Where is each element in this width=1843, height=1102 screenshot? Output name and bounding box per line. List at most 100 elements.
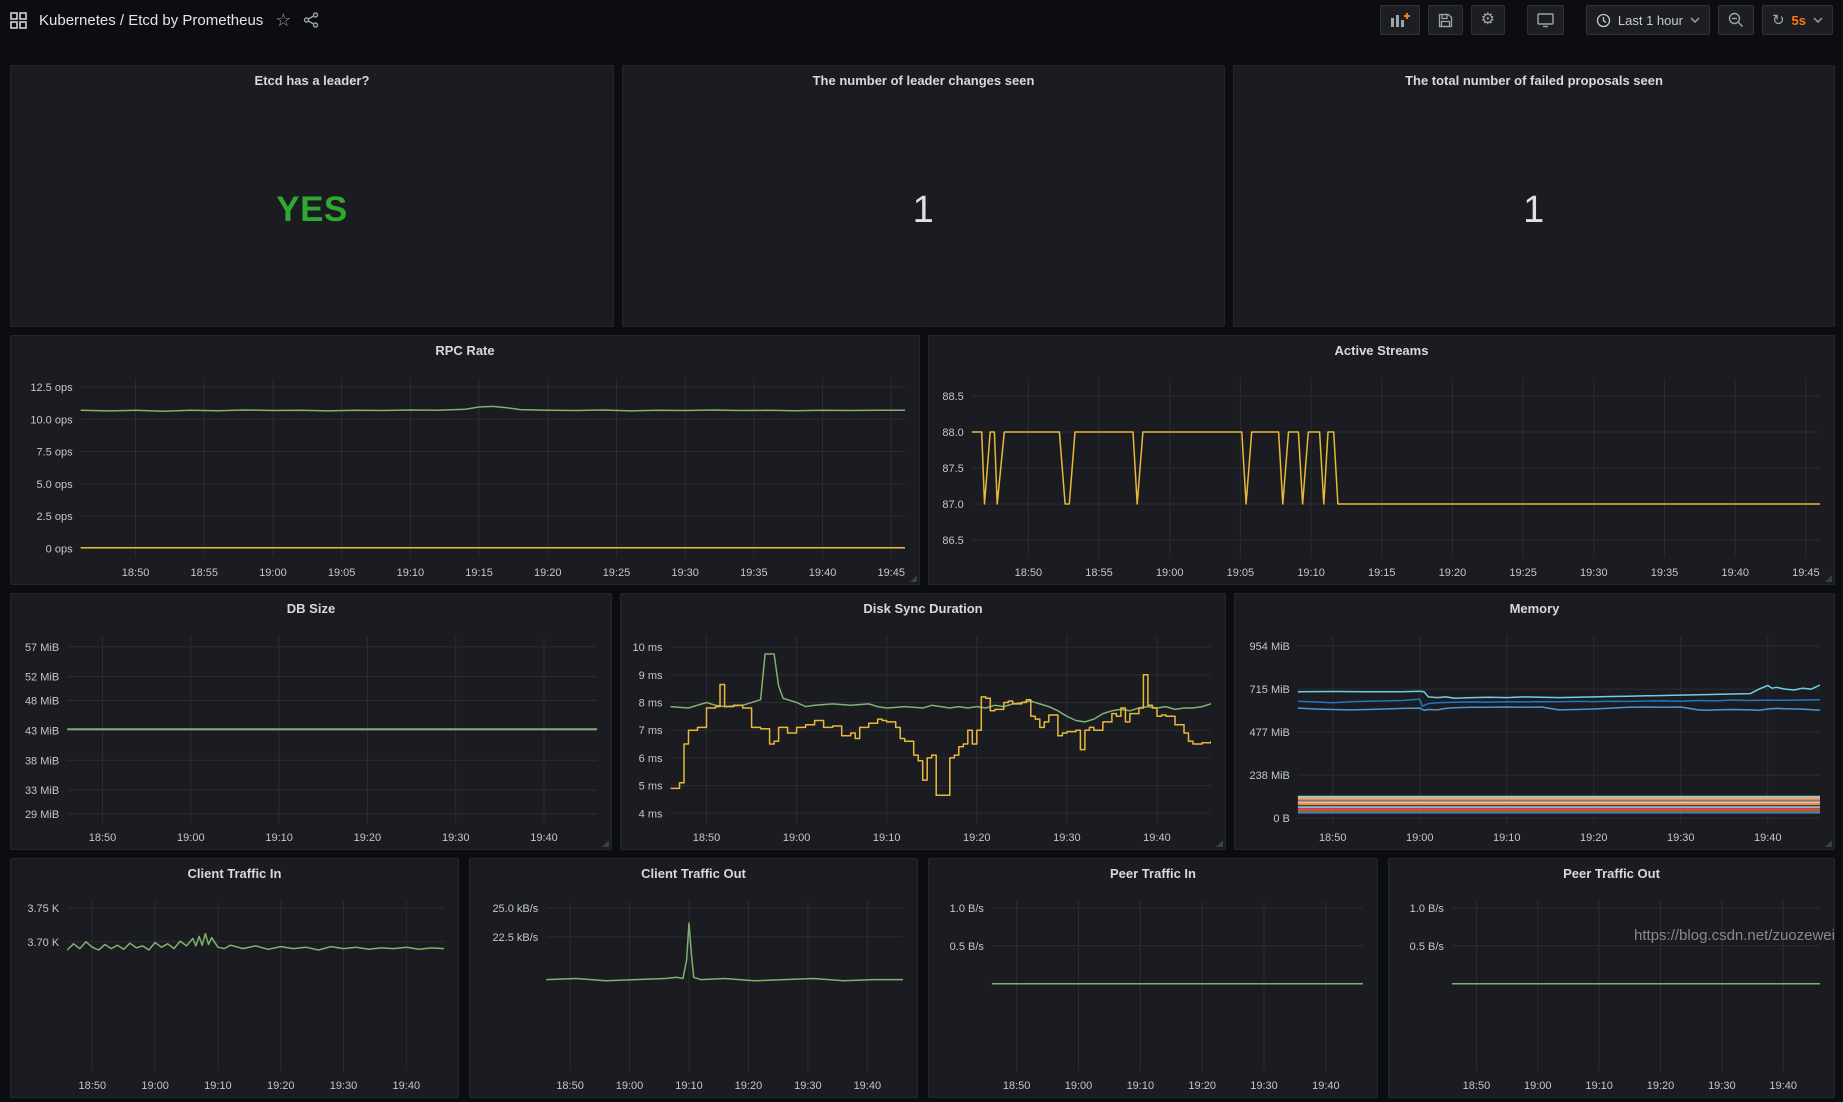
svg-text:48 MiB: 48 MiB <box>25 696 59 708</box>
time-series-chart[interactable]: 954 MiB715 MiB477 MiB238 MiB0 B18:5019:0… <box>1235 622 1834 849</box>
svg-text:477 MiB: 477 MiB <box>1250 727 1290 739</box>
chevron-down-icon <box>1690 17 1700 23</box>
svg-text:18:50: 18:50 <box>1319 832 1347 844</box>
panel-title[interactable]: Peer Traffic In <box>929 859 1377 887</box>
svg-text:18:50: 18:50 <box>1015 567 1043 579</box>
svg-text:19:30: 19:30 <box>794 1080 822 1092</box>
svg-text:10.0 ops: 10.0 ops <box>30 414 73 426</box>
panel-title[interactable]: Memory <box>1235 594 1834 622</box>
time-series-chart[interactable]: 3.75 K3.70 K18:5019:0019:1019:2019:3019:… <box>11 887 458 1097</box>
panel-title[interactable]: The number of leader changes seen <box>623 66 1224 94</box>
time-series-chart[interactable]: 57 MiB52 MiB48 MiB43 MiB38 MiB33 MiB29 M… <box>11 622 611 849</box>
chart-canvas[interactable]: 88.588.087.587.086.518:5018:5519:0019:05… <box>929 364 1834 584</box>
svg-text:18:50: 18:50 <box>556 1080 584 1092</box>
chevron-down-icon <box>1813 17 1823 23</box>
svg-text:19:20: 19:20 <box>354 832 382 844</box>
share-icon[interactable] <box>303 12 319 28</box>
svg-text:0 ops: 0 ops <box>46 543 73 555</box>
panel-title[interactable]: Disk Sync Duration <box>621 594 1225 622</box>
panel-title[interactable]: Client Traffic Out <box>470 859 917 887</box>
panel-title[interactable]: Client Traffic In <box>11 859 458 887</box>
svg-text:19:40: 19:40 <box>530 832 558 844</box>
chart-canvas[interactable]: 1.0 B/s0.5 B/s18:5019:0019:1019:2019:301… <box>1389 887 1834 1097</box>
cycle-view-mode-button[interactable] <box>1527 5 1564 35</box>
panel-resize-handle[interactable] <box>602 840 609 847</box>
time-range-label: Last 1 hour <box>1618 13 1683 28</box>
panel-resize-handle[interactable] <box>910 575 917 582</box>
svg-text:7 ms: 7 ms <box>639 725 663 737</box>
time-series-chart[interactable]: 25.0 kB/s22.5 kB/s18:5019:0019:1019:2019… <box>470 887 917 1097</box>
dashboard-settings-button[interactable]: ⚙ <box>1471 5 1505 35</box>
svg-text:715 MiB: 715 MiB <box>1250 684 1290 696</box>
panel-resize-handle[interactable] <box>1216 840 1223 847</box>
panel-title[interactable]: The total number of failed proposals see… <box>1234 66 1834 94</box>
graph-panel-disk-sync-duration: Disk Sync Duration 10 ms9 ms8 ms7 ms6 ms… <box>620 593 1226 850</box>
time-series-chart[interactable]: 12.5 ops10.0 ops7.5 ops5.0 ops2.5 ops0 o… <box>11 364 919 584</box>
svg-text:87.0: 87.0 <box>942 499 963 511</box>
panel-title[interactable]: RPC Rate <box>11 336 919 364</box>
dashboard-title[interactable]: Kubernetes / Etcd by Prometheus <box>39 12 263 29</box>
panel-title[interactable]: Peer Traffic Out <box>1389 859 1834 887</box>
chart-canvas[interactable]: 954 MiB715 MiB477 MiB238 MiB0 B18:5019:0… <box>1235 622 1834 849</box>
svg-text:2.5 ops: 2.5 ops <box>37 511 74 523</box>
panel-title[interactable]: Active Streams <box>929 336 1834 364</box>
svg-text:19:30: 19:30 <box>442 832 470 844</box>
star-icon[interactable]: ☆ <box>275 11 291 29</box>
time-range-picker[interactable]: Last 1 hour <box>1586 5 1710 35</box>
panel-title[interactable]: Etcd has a leader? <box>11 66 613 94</box>
svg-text:19:00: 19:00 <box>1524 1080 1552 1092</box>
svg-text:19:30: 19:30 <box>1053 832 1081 844</box>
svg-text:19:05: 19:05 <box>328 567 356 579</box>
svg-text:19:35: 19:35 <box>1651 567 1679 579</box>
chart-canvas[interactable]: 1.0 B/s0.5 B/s18:5019:0019:1019:2019:301… <box>929 887 1377 1097</box>
time-series-chart[interactable]: 1.0 B/s0.5 B/s18:5019:0019:1019:2019:301… <box>1389 887 1834 1097</box>
svg-text:954 MiB: 954 MiB <box>1250 641 1290 653</box>
svg-text:18:50: 18:50 <box>122 567 150 579</box>
svg-text:8 ms: 8 ms <box>639 697 663 709</box>
svg-text:12.5 ops: 12.5 ops <box>30 382 73 394</box>
graph-panel-memory: Memory 954 MiB715 MiB477 MiB238 MiB0 B18… <box>1234 593 1835 850</box>
svg-text:18:50: 18:50 <box>1463 1080 1491 1092</box>
chart-canvas[interactable]: 25.0 kB/s22.5 kB/s18:5019:0019:1019:2019… <box>470 887 917 1097</box>
add-panel-button[interactable] <box>1380 5 1420 35</box>
chart-canvas[interactable]: 3.75 K3.70 K18:5019:0019:1019:2019:3019:… <box>11 887 458 1097</box>
svg-text:0 B: 0 B <box>1273 813 1290 825</box>
time-series-chart[interactable]: 1.0 B/s0.5 B/s18:5019:0019:1019:2019:301… <box>929 887 1377 1097</box>
panel-title[interactable]: DB Size <box>11 594 611 622</box>
svg-text:19:40: 19:40 <box>393 1080 421 1092</box>
svg-text:86.5: 86.5 <box>942 535 963 547</box>
top-nav-bar: Kubernetes / Etcd by Prometheus ☆ <box>0 0 1843 40</box>
svg-text:19:10: 19:10 <box>675 1080 703 1092</box>
zoom-out-time-button[interactable] <box>1718 5 1754 35</box>
svg-text:19:00: 19:00 <box>616 1080 644 1092</box>
svg-text:87.5: 87.5 <box>942 463 963 475</box>
svg-text:18:50: 18:50 <box>693 832 721 844</box>
svg-text:19:10: 19:10 <box>204 1080 232 1092</box>
clock-icon <box>1596 13 1611 28</box>
time-series-chart[interactable]: 88.588.087.587.086.518:5018:5519:0019:05… <box>929 364 1834 584</box>
svg-text:4 ms: 4 ms <box>639 808 663 820</box>
svg-text:52 MiB: 52 MiB <box>25 672 59 684</box>
svg-text:19:10: 19:10 <box>265 832 293 844</box>
svg-text:88.0: 88.0 <box>942 427 963 439</box>
svg-text:19:20: 19:20 <box>1188 1080 1216 1092</box>
svg-text:19:30: 19:30 <box>330 1080 358 1092</box>
svg-text:19:00: 19:00 <box>1065 1080 1093 1092</box>
chart-canvas[interactable]: 57 MiB52 MiB48 MiB43 MiB38 MiB33 MiB29 M… <box>11 622 611 849</box>
chart-canvas[interactable]: 10 ms9 ms8 ms7 ms6 ms5 ms4 ms18:5019:001… <box>621 622 1225 849</box>
add-panel-icon <box>1390 12 1410 28</box>
stat-value: 1 <box>623 94 1224 326</box>
svg-text:1.0 B/s: 1.0 B/s <box>1410 903 1445 915</box>
svg-text:19:10: 19:10 <box>1127 1080 1155 1092</box>
zoom-out-icon <box>1728 12 1744 28</box>
panel-resize-handle[interactable] <box>1825 575 1832 582</box>
time-series-chart[interactable]: 10 ms9 ms8 ms7 ms6 ms5 ms4 ms18:5019:001… <box>621 622 1225 849</box>
panel-resize-handle[interactable] <box>1825 840 1832 847</box>
svg-text:19:00: 19:00 <box>141 1080 169 1092</box>
save-dashboard-button[interactable] <box>1428 5 1463 35</box>
refresh-interval-label[interactable]: 5s <box>1792 13 1806 28</box>
refresh-button[interactable]: ↻ 5s <box>1762 5 1833 35</box>
dashboard-grid-icon[interactable] <box>10 12 27 29</box>
chart-canvas[interactable]: 12.5 ops10.0 ops7.5 ops5.0 ops2.5 ops0 o… <box>11 364 919 584</box>
svg-text:7.5 ops: 7.5 ops <box>37 447 74 459</box>
